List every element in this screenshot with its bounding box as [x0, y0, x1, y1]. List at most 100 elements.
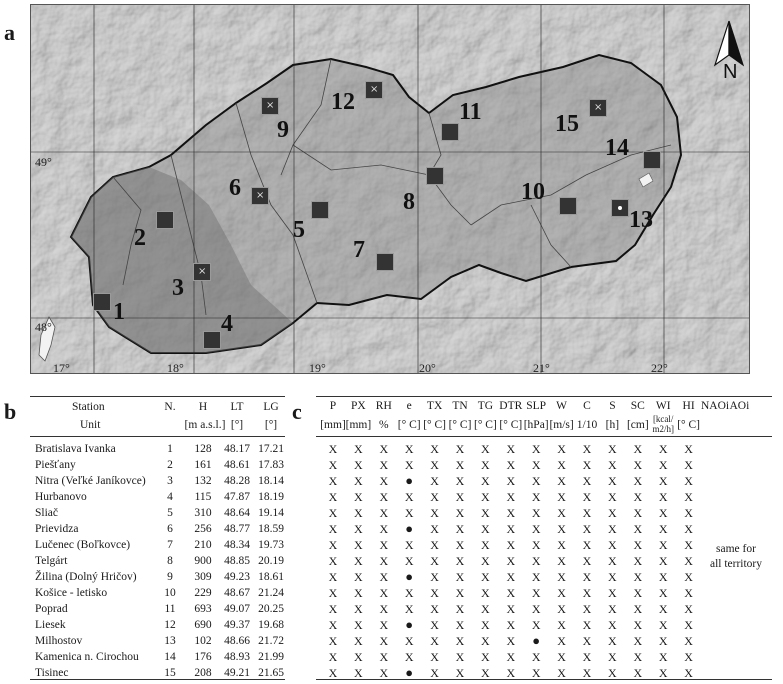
availability-x: X	[354, 602, 363, 616]
availability-x: X	[557, 538, 566, 552]
availability-x: X	[582, 634, 592, 648]
availability-x: X	[608, 538, 617, 552]
availability-x: X	[531, 586, 541, 600]
availability-x: X	[608, 442, 617, 456]
variable-header-dtr: DTR	[499, 400, 523, 412]
lat-label-48: 48°	[35, 320, 52, 334]
station-longitude: 20.25	[258, 603, 284, 615]
availability-x: X	[404, 650, 414, 664]
availability-x: X	[430, 602, 439, 616]
availability-x: X	[430, 618, 439, 632]
availability-x: X	[658, 506, 668, 520]
station-latitude: 48.77	[224, 523, 250, 535]
station-name: Liesek	[35, 619, 66, 631]
variable-header-p: P	[329, 400, 337, 412]
availability-x: X	[608, 554, 617, 568]
station-number: 8	[167, 555, 173, 567]
availability-x: X	[455, 650, 465, 664]
availability-x: X	[481, 586, 490, 600]
station-longitude: 18.14	[258, 475, 284, 487]
availability-x: X	[557, 650, 566, 664]
availability-x: X	[633, 602, 643, 616]
lat-label-49: 49°	[35, 155, 52, 169]
availability-x: X	[481, 570, 490, 584]
availability-x: X	[684, 506, 693, 520]
station-marker-3	[193, 263, 211, 281]
station-name: Košice - letisko	[35, 587, 108, 599]
station-marker-1	[93, 293, 111, 311]
station-marker-13	[611, 199, 629, 217]
availability-x: X	[557, 586, 566, 600]
station-number: 10	[164, 587, 176, 599]
availability-x: X	[430, 650, 439, 664]
availability-x: X	[481, 634, 490, 648]
availability-x: X	[404, 442, 414, 456]
availability-x: X	[658, 618, 668, 632]
station-name: Sliač	[35, 507, 58, 519]
availability-x: X	[379, 538, 389, 552]
header-lt: LT	[230, 401, 244, 413]
station-number: 13	[164, 635, 176, 647]
availability-x: X	[354, 554, 363, 568]
header-station: Station	[72, 401, 105, 413]
station-latitude: 48.17	[224, 443, 250, 455]
availability-x: X	[354, 442, 363, 456]
availability-x: X	[531, 506, 541, 520]
availability-x: X	[379, 474, 389, 488]
availability-x: X	[379, 650, 389, 664]
variable-header-s: S	[609, 400, 616, 412]
availability-x: X	[354, 474, 363, 488]
availability-x: X	[481, 602, 490, 616]
table-row: XXXXXXXXXXXXXXX	[316, 441, 772, 457]
availability-x: X	[506, 538, 516, 552]
map-background	[31, 5, 749, 373]
station-number-1: 1	[113, 299, 125, 325]
availability-x: X	[608, 602, 617, 616]
station-number: 5	[167, 507, 173, 519]
availability-x: X	[430, 490, 439, 504]
station-latitude: 49.23	[224, 571, 250, 583]
availability-x: X	[481, 506, 490, 520]
availability-x: X	[404, 602, 414, 616]
availability-x: X	[531, 474, 541, 488]
availability-x: X	[404, 458, 414, 472]
station-name: Piešťany	[35, 459, 76, 471]
availability-x: X	[684, 522, 693, 536]
availability-x: X	[531, 442, 541, 456]
availability-x: X	[328, 474, 338, 488]
availability-x: X	[354, 538, 363, 552]
station-longitude: 18.61	[258, 571, 284, 583]
table-row: XXXXXXXXXXXXXXX	[316, 505, 772, 521]
station-longitude: 20.19	[258, 555, 284, 567]
station-number-12: 12	[331, 89, 355, 115]
station-elevation: 132	[194, 475, 212, 487]
variable-header-tx: TX	[426, 400, 443, 412]
availability-x: X	[506, 522, 516, 536]
station-elevation: 256	[194, 523, 212, 535]
variable-header-w: W	[556, 400, 568, 412]
station-latitude: 49.07	[224, 603, 250, 615]
availability-x: X	[506, 442, 516, 456]
availability-x: X	[379, 506, 389, 520]
station-longitude: 19.73	[258, 539, 284, 551]
station-number: 11	[164, 603, 176, 615]
availability-x: X	[557, 490, 566, 504]
availability-x: X	[404, 490, 414, 504]
availability-x: X	[328, 442, 338, 456]
availability-x: X	[582, 570, 592, 584]
lon-label-20: 20°	[419, 361, 436, 374]
availability-x: X	[582, 458, 592, 472]
station-number-3: 3	[172, 275, 184, 301]
station-name: Lučenec (Boľkovce)	[35, 539, 131, 551]
station-marker-5	[311, 201, 329, 219]
availability-x: X	[328, 538, 338, 552]
availability-x: X	[557, 458, 566, 472]
station-number-8: 8	[403, 189, 415, 215]
availability-x: X	[379, 618, 389, 632]
station-number: 2	[167, 459, 173, 471]
station-elevation: 115	[194, 491, 212, 503]
variable-unit: [° C]	[677, 419, 700, 431]
lon-label-17: 17°	[53, 361, 70, 374]
availability-x: X	[557, 442, 566, 456]
availability-x: X	[455, 570, 465, 584]
